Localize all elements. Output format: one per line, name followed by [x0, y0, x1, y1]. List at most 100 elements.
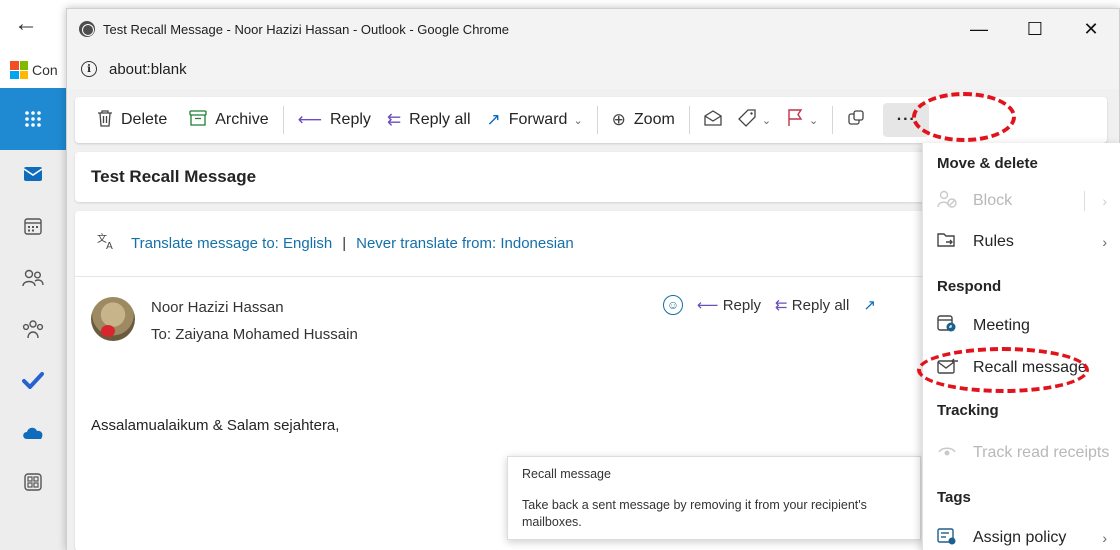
calendar-icon[interactable]	[0, 206, 66, 246]
archive-button[interactable]: Archive	[181, 104, 276, 136]
inline-reply-all-button[interactable]: ⇇ Reply all	[775, 296, 849, 314]
envelope-open-icon	[704, 109, 722, 131]
address-text: about:blank	[109, 60, 187, 78]
rules-icon	[937, 231, 957, 254]
menu-item-rules[interactable]: Rules ›	[923, 222, 1120, 262]
address-bar[interactable]: i about:blank	[67, 49, 1119, 89]
menu-item-track-read-receipts[interactable]: Track read receipts	[923, 433, 1120, 473]
menu-item-meeting-label: Meeting	[973, 317, 1030, 334]
message-subject: Test Recall Message	[75, 152, 935, 202]
to-label: To:	[151, 326, 172, 343]
reply-all-icon: ⇇	[386, 110, 402, 129]
message-body: Assalamualaikum & Salam sejahtera,	[91, 417, 340, 434]
recall-envelope-icon	[937, 357, 958, 380]
minimize-button[interactable]: —	[951, 9, 1007, 49]
chevron-down-icon[interactable]: ⌄	[573, 114, 582, 127]
people-icon[interactable]	[0, 258, 66, 298]
flag-icon	[787, 108, 803, 132]
toolbar-divider	[832, 106, 834, 134]
more-actions-menu: Move & delete Block › Rules › Respond Me…	[922, 143, 1120, 550]
toolbar-divider	[596, 106, 598, 134]
background-tab-label: Con	[32, 62, 58, 78]
background-tab[interactable]: Con	[10, 58, 70, 82]
forward-icon: ↗	[486, 110, 501, 129]
toolbar-divider	[688, 106, 690, 134]
window-title: Test Recall Message - Noor Hazizi Hassan…	[103, 21, 510, 37]
addins-button[interactable]	[839, 104, 873, 136]
recipient-name[interactable]: Zaiyana Mohamed Hussain	[175, 326, 358, 343]
menu-item-recall-message[interactable]: Recall message	[923, 348, 1120, 388]
menu-item-block[interactable]: Block ›	[923, 181, 1120, 221]
delete-label: Delete	[121, 111, 168, 128]
menu-section-tags: Tags	[937, 489, 971, 506]
left-app-rail	[0, 88, 66, 550]
toolbar-divider	[282, 106, 284, 134]
apps-icon[interactable]	[0, 88, 66, 150]
info-icon[interactable]: i	[81, 61, 97, 77]
zoom-label: Zoom	[633, 111, 675, 128]
back-arrow-icon[interactable]: ←	[6, 4, 46, 44]
menu-item-assign-policy-label: Assign policy	[973, 529, 1067, 546]
never-translate-link[interactable]: Never translate from: Indonesian	[356, 235, 574, 252]
tooltip-title: Recall message	[522, 467, 611, 481]
reply-button[interactable]: ⟵ Reply	[290, 104, 379, 136]
flag-button[interactable]: ⌄	[779, 104, 826, 136]
meeting-icon	[937, 314, 957, 338]
svg-text:A: A	[106, 241, 113, 250]
forward-label: Forward	[508, 111, 568, 128]
menu-item-meeting[interactable]: Meeting	[923, 306, 1120, 346]
menu-item-block-label: Block	[973, 192, 1013, 209]
more-apps-icon[interactable]	[0, 462, 66, 502]
reply-icon: ⟵	[297, 110, 322, 129]
menu-item-recall-label: Recall message	[973, 359, 1087, 376]
reply-label: Reply	[329, 111, 371, 128]
delete-button[interactable]: Delete	[89, 104, 175, 136]
menu-item-assign-policy[interactable]: Assign policy ›	[923, 518, 1120, 550]
categorize-button[interactable]: ⌄	[730, 104, 779, 136]
eye-icon	[937, 443, 957, 463]
message-card: 文A Translate message to: English | Never…	[75, 211, 935, 550]
forward-button[interactable]: ↗ Forward ⌄	[479, 104, 591, 136]
recall-tooltip: Recall message Take back a sent message …	[507, 456, 921, 540]
tooltip-description: Take back a sent message by removing it …	[522, 498, 867, 529]
close-button[interactable]: ✕	[1063, 9, 1119, 49]
recipient-line: To: Zaiyana Mohamed Hussain	[151, 326, 358, 343]
inline-reply-all-label: Reply all	[791, 297, 850, 314]
reply-all-button[interactable]: ⇇ Reply all	[379, 104, 479, 136]
onedrive-icon[interactable]	[0, 412, 66, 452]
chevron-down-icon[interactable]: ⌄	[809, 114, 818, 127]
reply-all-icon: ⇇	[775, 297, 788, 314]
message-toolbar: Delete Archive ⟵ Reply ⇇ Reply all ↗ For…	[75, 97, 1107, 143]
window-titlebar[interactable]: Test Recall Message - Noor Hazizi Hassan…	[67, 9, 1119, 49]
reaction-icon[interactable]: ☺	[663, 295, 683, 315]
inline-reply-button[interactable]: ⟵ Reply	[697, 296, 761, 314]
mail-icon[interactable]	[0, 154, 66, 194]
globe-icon	[79, 21, 95, 37]
trash-icon	[97, 109, 113, 132]
avatar[interactable]	[91, 297, 135, 341]
zoom-button[interactable]: ⊕ Zoom	[604, 104, 683, 136]
reply-all-label: Reply all	[409, 111, 471, 128]
more-actions-button[interactable]: ···	[883, 103, 930, 137]
mark-read-button[interactable]	[696, 104, 730, 136]
maximize-button[interactable]: ☐	[1007, 9, 1063, 49]
addins-icon	[847, 109, 865, 132]
groups-icon[interactable]	[0, 310, 66, 350]
chevron-right-icon: ›	[1102, 234, 1107, 250]
todo-icon[interactable]	[0, 360, 66, 400]
chevron-right-icon: ›	[1102, 530, 1107, 546]
menu-section-tracking: Tracking	[937, 402, 999, 419]
archive-label: Archive	[215, 111, 269, 128]
translate-link[interactable]: Translate message to: English	[131, 235, 332, 252]
menu-divider	[1084, 191, 1085, 211]
chevron-right-icon: ›	[1102, 193, 1107, 209]
translate-icon: 文A	[97, 232, 117, 255]
sender-name[interactable]: Noor Hazizi Hassan	[151, 299, 284, 316]
forward-icon[interactable]: ↗	[863, 296, 876, 314]
reply-icon: ⟵	[697, 297, 719, 314]
menu-item-rules-label: Rules	[973, 233, 1014, 250]
translate-separator: |	[342, 235, 347, 252]
chevron-down-icon[interactable]: ⌄	[762, 114, 771, 127]
zoom-icon: ⊕	[611, 110, 626, 129]
policy-icon	[937, 527, 957, 550]
